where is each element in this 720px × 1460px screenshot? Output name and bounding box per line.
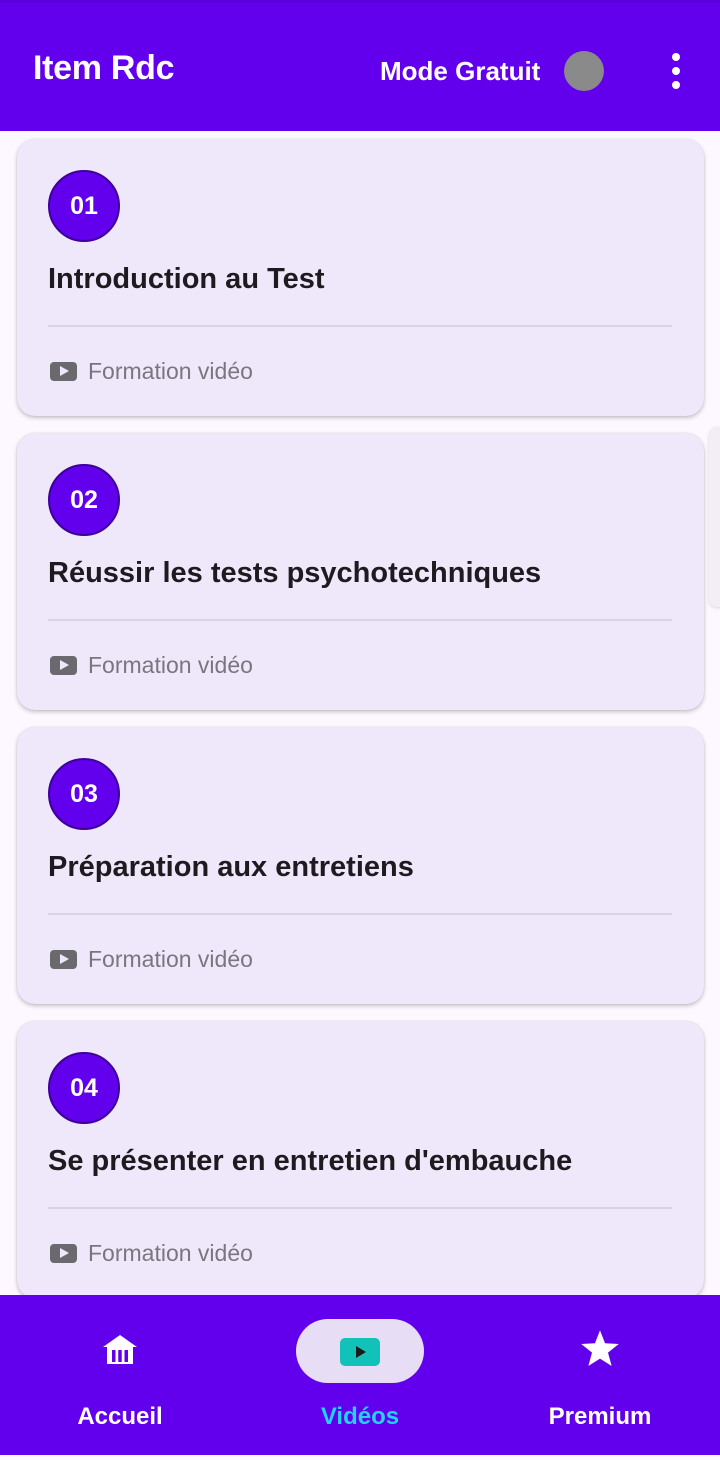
video-title: Se présenter en entretien d'embauche <box>48 1145 573 1177</box>
nav-label-videos: Vidéos <box>320 1403 400 1430</box>
nav-label-accueil: Accueil <box>77 1403 163 1430</box>
video-title: Préparation aux entretiens <box>48 851 414 883</box>
video-type-label: Formation vidéo <box>88 1239 253 1266</box>
divider <box>48 325 672 327</box>
system-nav-strip <box>0 1455 720 1460</box>
video-title: Réussir les tests psychotechniques <box>48 557 542 589</box>
video-card[interactable]: 01 Introduction au Test Formation vidéo <box>17 139 704 416</box>
video-number-badge: 04 <box>48 1052 120 1124</box>
video-type-label: Formation vidéo <box>88 945 253 972</box>
nav-item-accueil[interactable]: Accueil <box>0 1295 240 1455</box>
active-indicator <box>296 1319 424 1383</box>
video-type-label: Formation vidéo <box>88 651 253 678</box>
video-type-label: Formation vidéo <box>88 357 253 384</box>
top-app-bar: Item Rdc Mode Gratuit <box>0 0 720 131</box>
divider <box>48 1207 672 1209</box>
play-icon <box>50 655 77 675</box>
nav-item-premium[interactable]: Premium <box>480 1295 720 1455</box>
video-icon <box>340 1338 380 1366</box>
video-card[interactable]: 02 Réussir les tests psychotechniques Fo… <box>17 433 704 710</box>
video-list: 01 Introduction au Test Formation vidéo … <box>0 131 720 1295</box>
video-card[interactable]: 04 Se présenter en entretien d'embauche … <box>17 1021 704 1295</box>
more-options-icon[interactable] <box>660 49 692 93</box>
star-icon <box>581 1330 619 1367</box>
video-title: Introduction au Test <box>48 263 325 295</box>
video-number-badge: 01 <box>48 170 120 242</box>
video-meta: Formation vidéo <box>50 357 253 385</box>
play-icon <box>50 1243 77 1263</box>
nav-item-videos[interactable]: Vidéos <box>240 1295 480 1455</box>
video-meta: Formation vidéo <box>50 651 253 679</box>
bottom-navigation: Accueil Vidéos Premium <box>0 1295 720 1455</box>
video-meta: Formation vidéo <box>50 945 253 973</box>
video-number-badge: 03 <box>48 758 120 830</box>
home-icon <box>103 1335 137 1364</box>
mode-toggle[interactable] <box>564 51 604 91</box>
mode-label: Mode Gratuit <box>380 56 541 86</box>
divider <box>48 619 672 621</box>
scroll-handle[interactable] <box>709 427 720 607</box>
video-card[interactable]: 03 Préparation aux entretiens Formation … <box>17 727 704 1004</box>
divider <box>48 913 672 915</box>
video-meta: Formation vidéo <box>50 1239 253 1267</box>
play-icon <box>50 949 77 969</box>
nav-label-premium: Premium <box>548 1403 652 1430</box>
video-number-badge: 02 <box>48 464 120 536</box>
play-icon <box>50 361 77 381</box>
app-title: Item Rdc <box>33 49 175 87</box>
